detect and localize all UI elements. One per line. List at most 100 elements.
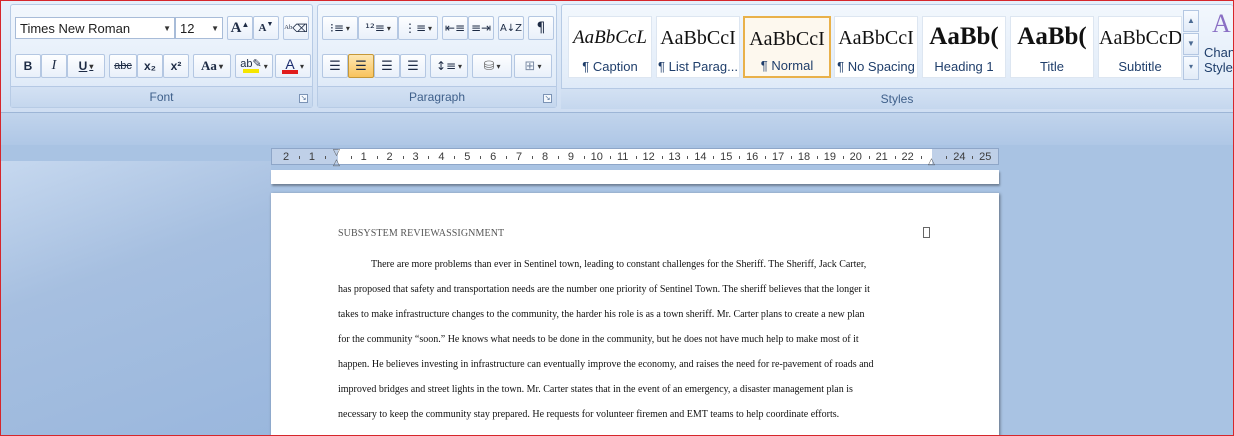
shrink-font-button[interactable]: A ▼ [253,16,279,40]
ruler-number: 9 [567,151,574,163]
font-name-combo[interactable]: Times New Roman ▼ [15,17,175,39]
document-page[interactable]: SUBSYSTEM REVIEWASSIGNMENT There are mor… [271,193,999,435]
change-styles-label-line1: Chan [1204,45,1233,60]
style-normal[interactable]: AaBbCcI ¶ Normal [743,16,831,78]
align-right-button[interactable]: ☰ [374,54,400,78]
change-case-button[interactable]: Aa ▾ [193,54,231,78]
superscript-button[interactable]: x² [163,54,189,78]
paragraph-line: improved bridges and street lights in th… [338,384,853,395]
ruler-tick [920,156,922,159]
change-styles-icon: A [1212,9,1231,38]
bullets-button[interactable]: ⁝≡ ▾ [322,16,358,40]
ruler-tick [894,156,896,159]
font-color-icon: A [281,57,298,74]
paragraph-group: ⁝≡ ▾ ¹²≡ ▾ ⋮≡ ▾ ⇤≡ ≡⇥ A↓Z ¶ ☰ ☰ ☰ ☰ ↕≡ ▾… [317,4,557,108]
hanging-indent-marker[interactable]: △ [333,157,340,168]
paragraph-line: for the community “soon.” He knows what … [338,334,859,345]
ruler-number: 2 [282,151,290,163]
paragraph-line: necessary to keep the community stay pre… [338,409,840,420]
ruler-tick [428,156,430,159]
ruler-tick [298,156,300,159]
shading-button[interactable]: ⛁ ▾ [472,54,512,78]
ruler-tick [324,156,326,159]
ruler-tick [739,156,741,159]
ruler-number: 1 [360,151,367,163]
decrease-indent-button[interactable]: ⇤≡ [442,16,468,40]
sort-icon: A↓Z [499,22,523,34]
font-size-value: 12 [180,20,195,36]
strikethrough-button[interactable]: abc [109,54,137,78]
ruler-tick [532,156,534,159]
line-spacing-icon: ↕≡ [435,59,457,73]
ribbon: Times New Roman ▼ 12 ▼ A ▲ A ▼ ᴬᵇ⌫ B I U… [1,1,1233,113]
decrease-indent-icon: ⇤≡ [444,21,466,35]
increase-indent-button[interactable]: ≡⇥ [468,16,494,40]
ruler-number: 7 [516,151,523,163]
ruler-number: 18 [797,151,811,163]
ruler-tick [480,156,482,159]
style-title[interactable]: AaBb( Title [1010,16,1094,78]
justify-button[interactable]: ☰ [400,54,426,78]
center-button[interactable]: ☰ [348,54,374,78]
italic-button[interactable]: I [41,54,67,78]
styles-scroll-up-button[interactable]: ▲ [1183,10,1199,32]
multilevel-list-button[interactable]: ⋮≡ ▾ [398,16,438,40]
font-dialog-launcher[interactable]: ↘ [299,94,308,103]
ruler-number: 11 [616,151,629,163]
ruler-tick [687,156,689,159]
paragraph-line: happen. He believes investing in infrast… [338,359,874,370]
pilcrow-icon: ¶ [536,20,546,36]
grow-font-button[interactable]: A ▲ [227,16,253,40]
style-heading-1[interactable]: AaBb( Heading 1 [922,16,1006,78]
style-no-spacing[interactable]: AaBbCcI ¶ No Spacing [834,16,918,78]
font-group-label: Font [11,86,312,107]
font-size-combo[interactable]: 12 ▼ [175,17,223,39]
numbering-button[interactable]: ¹²≡ ▾ [358,16,398,40]
ruler-tick [842,156,844,159]
align-left-button[interactable]: ☰ [322,54,348,78]
ruler-tick [376,156,378,159]
ruler-number: 3 [412,151,419,163]
font-color-button[interactable]: A ▾ [275,54,311,78]
horizontal-ruler[interactable]: ▽ △ △ 2 1 1 2 3 4 5 6 7 8 9 10 11 12 13 14 15 16 17 18 19 20 2… [271,147,999,168]
styles-scroll-down-button[interactable]: ▼ [1183,33,1199,55]
paint-bucket-icon: ⛁ [483,58,495,74]
word-window: Times New Roman ▼ 12 ▼ A ▲ A ▼ ᴬᵇ⌫ B I U… [0,0,1234,436]
ruler-number: 12 [642,151,655,163]
ruler-number: 19 [823,151,837,163]
previous-page-bottom [271,170,999,184]
ruler-number: 17 [771,151,785,163]
underline-button[interactable]: U ▾ [67,54,105,78]
ruler-number: 14 [694,151,707,163]
show-formatting-button[interactable]: ¶ [528,16,554,40]
multilevel-list-icon: ⋮≡ [403,21,427,35]
bold-button[interactable]: B [15,54,41,78]
ruler-number: 16 [746,151,759,163]
ruler-tick [765,156,767,159]
right-indent-marker[interactable]: △ [928,156,935,167]
sort-button[interactable]: A↓Z [498,16,524,40]
line-spacing-button[interactable]: ↕≡ ▾ [430,54,468,78]
style-subtitle[interactable]: AaBbCcD Subtitle [1098,16,1182,78]
ruler-tick [635,156,637,159]
paragraph-group-label: Paragraph [318,86,556,107]
align-right-icon: ☰ [381,58,393,74]
style-caption[interactable]: AaBbCcL ¶ Caption [568,16,652,78]
workspace-left [1,161,271,435]
ruler-tick [791,156,793,159]
subscript-button[interactable]: x₂ [137,54,163,78]
ruler-tick [868,156,870,159]
paragraph-dialog-launcher[interactable]: ↘ [543,94,552,103]
change-styles-label-line2: Style [1204,60,1233,75]
change-styles-button[interactable]: A Chan Style [1204,9,1233,89]
chevron-down-icon[interactable]: ▼ [211,24,219,33]
style-list-paragraph[interactable]: AaBbCcI ¶ List Parag... [656,16,740,78]
chevron-down-icon[interactable]: ▼ [163,24,171,33]
ruler-number: 20 [849,151,862,163]
highlight-button[interactable]: ab✎ ▾ [235,54,273,78]
borders-button[interactable]: ⊞ ▾ [514,54,552,78]
clear-formatting-button[interactable]: ᴬᵇ⌫ [283,16,309,40]
styles-more-button[interactable]: ▾ [1183,56,1199,80]
ruler-number: 24 [953,151,966,163]
ruler-tick [583,156,585,159]
